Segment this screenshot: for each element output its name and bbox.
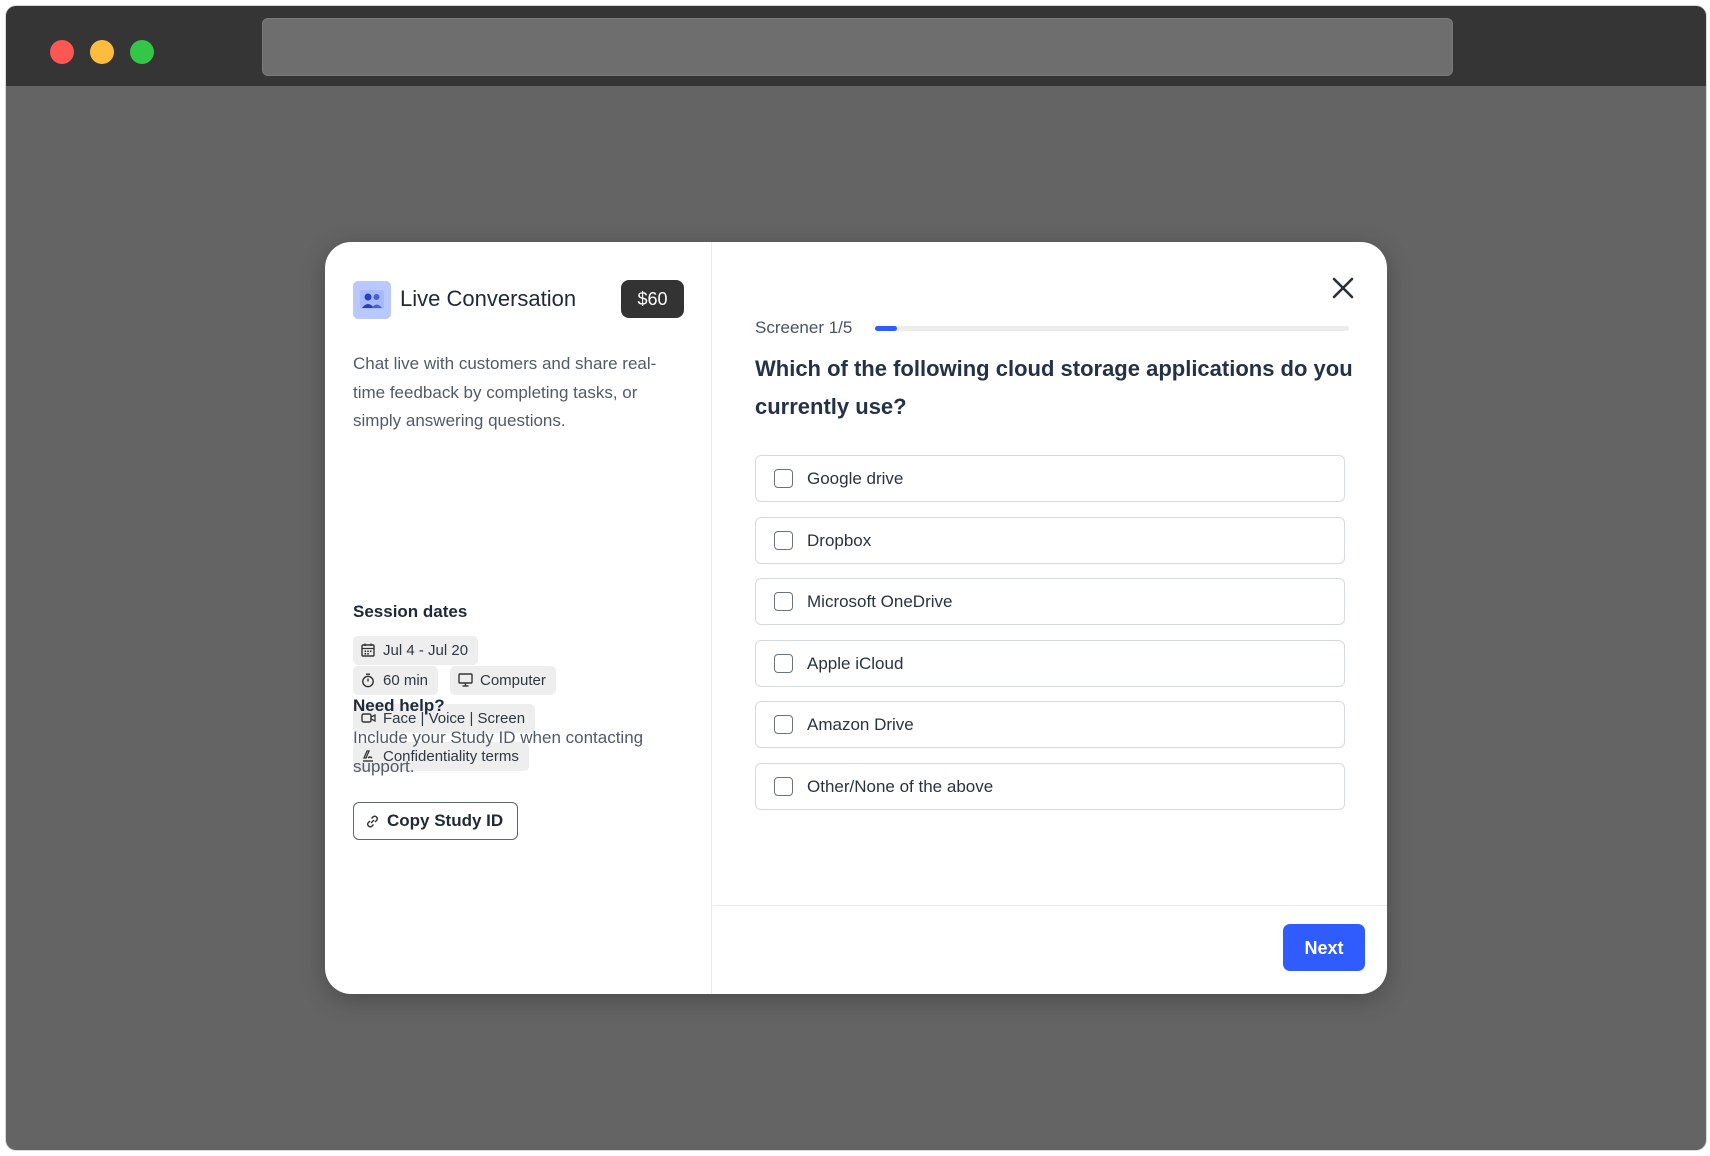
answer-option-label: Other/None of the above (807, 776, 994, 796)
stopwatch-icon (362, 673, 374, 688)
footer-divider (713, 905, 1387, 906)
answer-checkbox[interactable] (774, 776, 793, 796)
device-chip: Computer (450, 666, 556, 695)
users-video-icon (353, 281, 391, 319)
session-dates-heading: Session dates (353, 602, 468, 621)
screener-progress-fill (875, 326, 897, 331)
session-dates-text: Jul 4 - Jul 20 (383, 642, 469, 659)
answer-option-label: Microsoft OneDrive (807, 592, 953, 611)
answer-option[interactable]: Microsoft OneDrive (755, 578, 1345, 625)
answer-option-label: Amazon Drive (807, 715, 914, 734)
address-bar[interactable] (262, 18, 1453, 76)
link-icon (367, 815, 378, 828)
monitor-icon (458, 673, 473, 687)
answer-checkbox[interactable] (774, 592, 793, 611)
price-badge: $60 (621, 280, 684, 318)
screener-question: Which of the following cloud storage app… (755, 356, 1353, 419)
answer-checkbox[interactable] (774, 715, 793, 734)
answer-option-label: Dropbox (807, 530, 872, 550)
study-description: Chat live with customers and share real-… (353, 354, 657, 430)
window-titlebar (6, 6, 1706, 86)
study-header: Live Conversation $60 (353, 280, 684, 320)
answer-option[interactable]: Amazon Drive (755, 701, 1345, 748)
answer-option[interactable]: Apple iCloud (755, 639, 1345, 687)
answer-option-label: Apple iCloud (807, 653, 904, 673)
need-help-heading: Need help? (353, 696, 445, 715)
session-dates-chip: Jul 4 - Jul 20 (353, 636, 479, 665)
maximize-window-button[interactable] (130, 40, 154, 64)
screener-progress-bar (875, 326, 1349, 331)
screener-panel: Screener 1/5 Which of the following clou… (713, 242, 1387, 994)
copy-study-id-button[interactable]: Copy Study ID (353, 802, 518, 840)
answer-option[interactable]: Google drive (755, 455, 1345, 502)
screener-step-label: Screener 1/5 (755, 318, 853, 337)
answer-checkbox[interactable] (774, 469, 793, 488)
close-window-button[interactable] (50, 40, 74, 64)
help-text: Include your Study ID when contacting su… (353, 728, 644, 776)
close-icon[interactable] (1329, 274, 1357, 302)
answer-option[interactable]: Dropbox (755, 516, 1345, 564)
copy-study-id-label: Copy Study ID (387, 811, 504, 830)
study-title: Live Conversation (400, 286, 577, 311)
device-text: Computer (480, 672, 546, 689)
duration-text: 60 min (383, 672, 429, 689)
duration-chip: 60 min (353, 666, 439, 695)
answer-option[interactable]: Other/None of the above (755, 762, 1345, 810)
calendar-icon (361, 643, 375, 657)
answer-checkbox[interactable] (774, 530, 793, 550)
answer-checkbox[interactable] (774, 653, 793, 673)
browser-window: Live Conversation $60 Chat live with cus… (6, 6, 1706, 1150)
minimize-window-button[interactable] (90, 40, 114, 64)
next-button[interactable]: Next (1283, 924, 1365, 971)
screener-modal: Live Conversation $60 Chat live with cus… (325, 242, 1387, 994)
answer-option-label: Google drive (807, 469, 904, 488)
study-info-panel: Live Conversation $60 Chat live with cus… (325, 242, 712, 994)
